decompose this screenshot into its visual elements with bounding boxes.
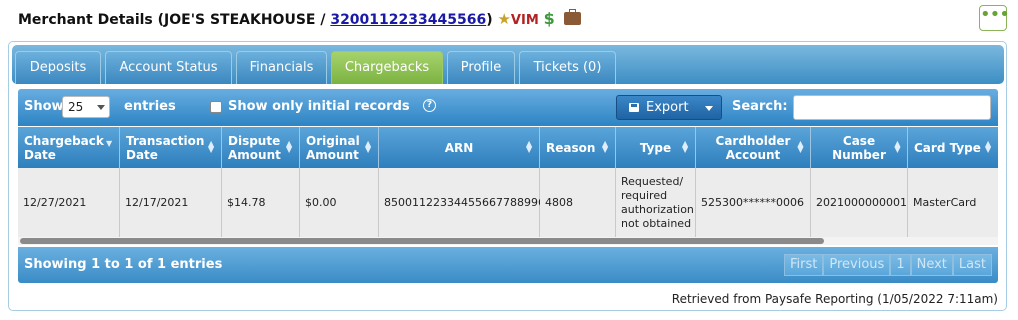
more-options-button[interactable]: ••• xyxy=(979,5,1010,31)
merchant-id-link[interactable]: 3200112233445566 xyxy=(330,12,486,28)
entries-info: Showing 1 to 1 of 1 entries xyxy=(24,257,223,272)
pager-page-button[interactable]: 1 xyxy=(890,254,911,276)
initial-records-label: Show only initial records xyxy=(228,99,410,114)
table-cell: 12/17/2021 xyxy=(120,168,222,237)
sort-icon: ▲ ▼ xyxy=(365,139,372,154)
sort-icon: ▲ ▼ xyxy=(894,139,901,154)
title-suffix: ) xyxy=(486,12,493,28)
help-icon[interactable]: ? xyxy=(423,99,436,112)
sort-icon: ▲ ▼ xyxy=(286,139,293,154)
title-prefix: Merchant Details (JOE'S STEAKHOUSE / xyxy=(18,12,331,28)
entries-label: entries xyxy=(124,99,176,114)
table-toolbar: Show 25 entries Show only initial record… xyxy=(18,89,998,126)
col-header-label: Card Type xyxy=(914,140,981,155)
sort-icon: ▲ ▼ xyxy=(985,139,992,154)
export-label: Export xyxy=(646,100,689,115)
sort-icon: ▲ ▼ xyxy=(208,139,215,154)
table-cell: Requested/ required authorization not ob… xyxy=(616,168,696,237)
tab-financials[interactable]: Financials xyxy=(236,51,327,84)
pager-last-button[interactable]: Last xyxy=(952,254,992,276)
entries-select[interactable]: 25 xyxy=(62,96,110,118)
show-label: Show xyxy=(24,99,64,114)
tab-chargebacks[interactable]: Chargebacks xyxy=(331,51,443,84)
chevron-down-icon xyxy=(97,105,105,110)
col-header-type[interactable]: Type ▲ ▼ xyxy=(616,127,696,168)
medal-icon: ★ xyxy=(497,10,511,28)
save-icon xyxy=(629,103,639,112)
col-header-label: Transaction Date xyxy=(126,133,205,162)
pager-next-button[interactable]: Next xyxy=(910,254,953,276)
col-header-card-type[interactable]: Card Type ▲ ▼ xyxy=(908,127,998,168)
chevron-down-icon xyxy=(705,106,713,111)
col-header-label: Dispute Amount xyxy=(228,133,281,162)
search-label: Search: xyxy=(732,99,788,114)
scrollbar-thumb[interactable] xyxy=(20,238,824,244)
col-header-label: Type xyxy=(639,140,672,155)
table-cell: 4808 xyxy=(540,168,616,237)
col-header-label: Case Number xyxy=(832,133,886,162)
search-input[interactable] xyxy=(793,95,991,120)
col-header-label: ARN xyxy=(444,140,474,155)
tab-tickets[interactable]: Tickets (0) xyxy=(519,51,616,84)
table-cell: $0.00 xyxy=(300,168,379,237)
col-header-dispute-amount[interactable]: Dispute Amount ▲ ▼ xyxy=(222,127,300,168)
tab-bar: Deposits Account Status Financials Charg… xyxy=(12,45,1004,84)
col-header-cardholder-account[interactable]: Cardholder Account ▲ ▼ xyxy=(696,127,811,168)
sort-desc-icon: ▼ xyxy=(106,139,113,148)
chargebacks-panel: Show 25 entries Show only initial record… xyxy=(18,89,998,285)
table-cell: 12/27/2021 xyxy=(18,168,120,237)
retrieved-note: Retrieved from Paysafe Reporting (1/05/2… xyxy=(671,292,998,306)
col-header-label: Reason xyxy=(546,140,596,155)
sort-icon: ▲ ▼ xyxy=(682,139,689,154)
table-cell: 85001122334455667788996 xyxy=(379,168,545,237)
tab-profile[interactable]: Profile xyxy=(447,51,515,84)
export-button[interactable]: Export xyxy=(616,95,722,120)
sort-icon: ▲ ▼ xyxy=(602,139,609,154)
sort-icon: ▲ ▼ xyxy=(797,139,804,154)
table-cell: $14.78 xyxy=(222,168,300,237)
table-footer: Showing 1 to 1 of 1 entries First Previo… xyxy=(18,247,998,283)
vim-badge: VIM xyxy=(510,13,539,28)
dollar-icon[interactable]: $ xyxy=(544,9,555,28)
merchant-panel: Deposits Account Status Financials Charg… xyxy=(8,41,1007,311)
col-header-label: Chargeback Date xyxy=(24,133,104,162)
initial-records-checkbox[interactable] xyxy=(210,101,222,113)
pagination: First Previous 1 Next Last xyxy=(784,254,992,276)
col-header-chargeback-date[interactable]: Chargeback Date ▼ xyxy=(18,127,120,168)
entries-select-value: 25 xyxy=(68,100,84,114)
col-header-transaction-date[interactable]: Transaction Date ▲ ▼ xyxy=(120,127,222,168)
col-header-reason[interactable]: Reason ▲ ▼ xyxy=(540,127,616,168)
pager-previous-button[interactable]: Previous xyxy=(823,254,891,276)
briefcase-icon[interactable] xyxy=(563,9,581,25)
table-cell: MasterCard xyxy=(908,168,998,237)
col-header-label: Cardholder Account xyxy=(715,133,791,162)
tab-deposits[interactable]: Deposits xyxy=(15,51,101,84)
table-cell: 525300******0006 xyxy=(696,168,811,237)
page-title: Merchant Details (JOE'S STEAKHOUSE / 320… xyxy=(18,9,581,28)
col-header-original-amount[interactable]: Original Amount ▲ ▼ xyxy=(300,127,379,168)
col-header-case-number[interactable]: Case Number ▲ ▼ xyxy=(811,127,908,168)
table-cell: 2021000000001 xyxy=(811,168,908,237)
pager-first-button[interactable]: First xyxy=(784,254,824,276)
col-header-label: Original Amount xyxy=(306,133,360,162)
col-header-arn[interactable]: ARN ▲ ▼ xyxy=(379,127,540,168)
tab-account-status[interactable]: Account Status xyxy=(105,51,232,84)
sort-icon: ▲ ▼ xyxy=(526,139,533,154)
